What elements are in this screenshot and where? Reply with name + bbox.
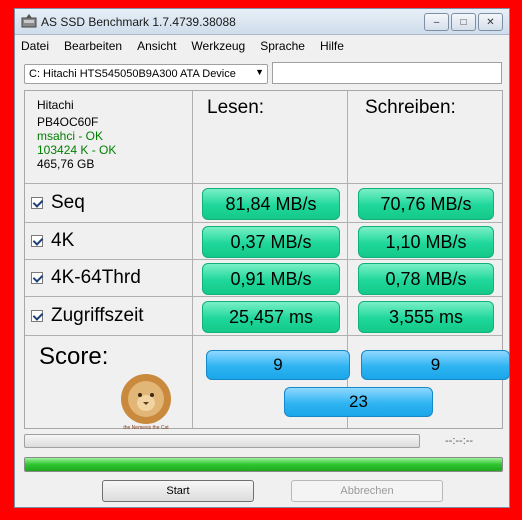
4k-64thrd-write-result: 0,78 MB/s bbox=[358, 263, 494, 295]
menu-hilfe[interactable]: Hilfe bbox=[320, 39, 344, 53]
read-column-header: Lesen: bbox=[207, 97, 265, 118]
maximize-button[interactable]: □ bbox=[451, 13, 476, 31]
menu-werkzeug[interactable]: Werkzeug bbox=[191, 39, 245, 53]
menu-bar: Datei Bearbeiten Ansicht Werkzeug Sprach… bbox=[15, 36, 509, 56]
alignment-status: 103424 K - OK bbox=[37, 143, 117, 157]
seq-write-result: 70,76 MB/s bbox=[358, 188, 494, 220]
4k-64thrd-read-result: 0,91 MB/s bbox=[202, 263, 340, 295]
total-score: 23 bbox=[284, 387, 433, 417]
drive-firmware: PB4OC60F bbox=[37, 115, 99, 129]
close-button[interactable]: ✕ bbox=[478, 13, 503, 31]
test-label: 4K-64Thrd bbox=[51, 267, 141, 288]
drive-select-value: C: Hitachi HTS545050B9A300 ATA Device bbox=[29, 68, 236, 80]
elapsed-time: --:--:-- bbox=[445, 435, 474, 447]
drive-vendor: Hitachi bbox=[37, 98, 74, 112]
test-progress-bar bbox=[24, 434, 420, 448]
read-score: 9 bbox=[206, 350, 350, 380]
test-access-time[interactable]: Zugriffszeit bbox=[31, 298, 144, 334]
access-time-write-result: 3,555 ms bbox=[358, 301, 494, 333]
seq-checkbox[interactable] bbox=[31, 197, 43, 209]
total-progress-bar bbox=[24, 457, 503, 472]
menu-datei[interactable]: Datei bbox=[21, 39, 49, 53]
test-label: 4K bbox=[51, 230, 75, 251]
access-time-checkbox[interactable] bbox=[31, 310, 43, 322]
maximize-icon: □ bbox=[460, 16, 467, 28]
grid-divider bbox=[25, 335, 502, 336]
4k-write-result: 1,10 MB/s bbox=[358, 226, 494, 258]
grid-divider bbox=[25, 222, 502, 223]
grid-divider bbox=[25, 183, 502, 184]
app-window: AS SSD Benchmark 1.7.4739.38088 – □ ✕ Da… bbox=[14, 8, 510, 508]
4k-checkbox[interactable] bbox=[31, 235, 43, 247]
minimize-button[interactable]: – bbox=[424, 13, 449, 31]
seq-read-result: 81,84 MB/s bbox=[202, 188, 340, 220]
drive-select[interactable]: C: Hitachi HTS545050B9A300 ATA Device ▼ bbox=[24, 64, 268, 84]
window-title: AS SSD Benchmark 1.7.4739.38088 bbox=[41, 15, 236, 29]
drive-extra-field[interactable] bbox=[272, 62, 502, 84]
grid-divider bbox=[25, 296, 502, 297]
title-bar: AS SSD Benchmark 1.7.4739.38088 – □ ✕ bbox=[15, 9, 509, 35]
drive-info: Hitachi PB4OC60F msahci - OK 103424 K - … bbox=[37, 98, 116, 171]
abort-button[interactable]: Abbrechen bbox=[291, 480, 443, 502]
score-label: Score: bbox=[39, 343, 109, 370]
minimize-icon: – bbox=[433, 16, 440, 28]
drive-size: 465,76 GB bbox=[37, 157, 95, 171]
4k-64thrd-checkbox[interactable] bbox=[31, 272, 43, 284]
start-button[interactable]: Start bbox=[102, 480, 254, 502]
menu-bearbeiten[interactable]: Bearbeiten bbox=[64, 39, 122, 53]
menu-sprache[interactable]: Sprache bbox=[260, 39, 305, 53]
total-progress-fill bbox=[25, 458, 502, 471]
lion-logo-icon: the Nemesis the Cat bbox=[121, 374, 171, 431]
chevron-down-icon: ▼ bbox=[255, 67, 264, 77]
menu-ansicht[interactable]: Ansicht bbox=[137, 39, 176, 53]
logo-caption: the Nemesis the Cat bbox=[123, 425, 169, 431]
app-icon bbox=[21, 14, 37, 28]
test-4k-64thrd[interactable]: 4K-64Thrd bbox=[31, 260, 141, 296]
write-column-header: Schreiben: bbox=[365, 97, 456, 118]
results-grid: Hitachi PB4OC60F msahci - OK 103424 K - … bbox=[24, 90, 510, 431]
close-icon: ✕ bbox=[486, 16, 495, 28]
write-score: 9 bbox=[361, 350, 510, 380]
test-4k[interactable]: 4K bbox=[31, 223, 74, 259]
test-seq[interactable]: Seq bbox=[31, 185, 85, 221]
test-label: Seq bbox=[51, 192, 85, 213]
test-label: Zugriffszeit bbox=[51, 305, 144, 326]
driver-status: msahci - OK bbox=[37, 129, 104, 143]
access-time-read-result: 25,457 ms bbox=[202, 301, 340, 333]
4k-read-result: 0,37 MB/s bbox=[202, 226, 340, 258]
